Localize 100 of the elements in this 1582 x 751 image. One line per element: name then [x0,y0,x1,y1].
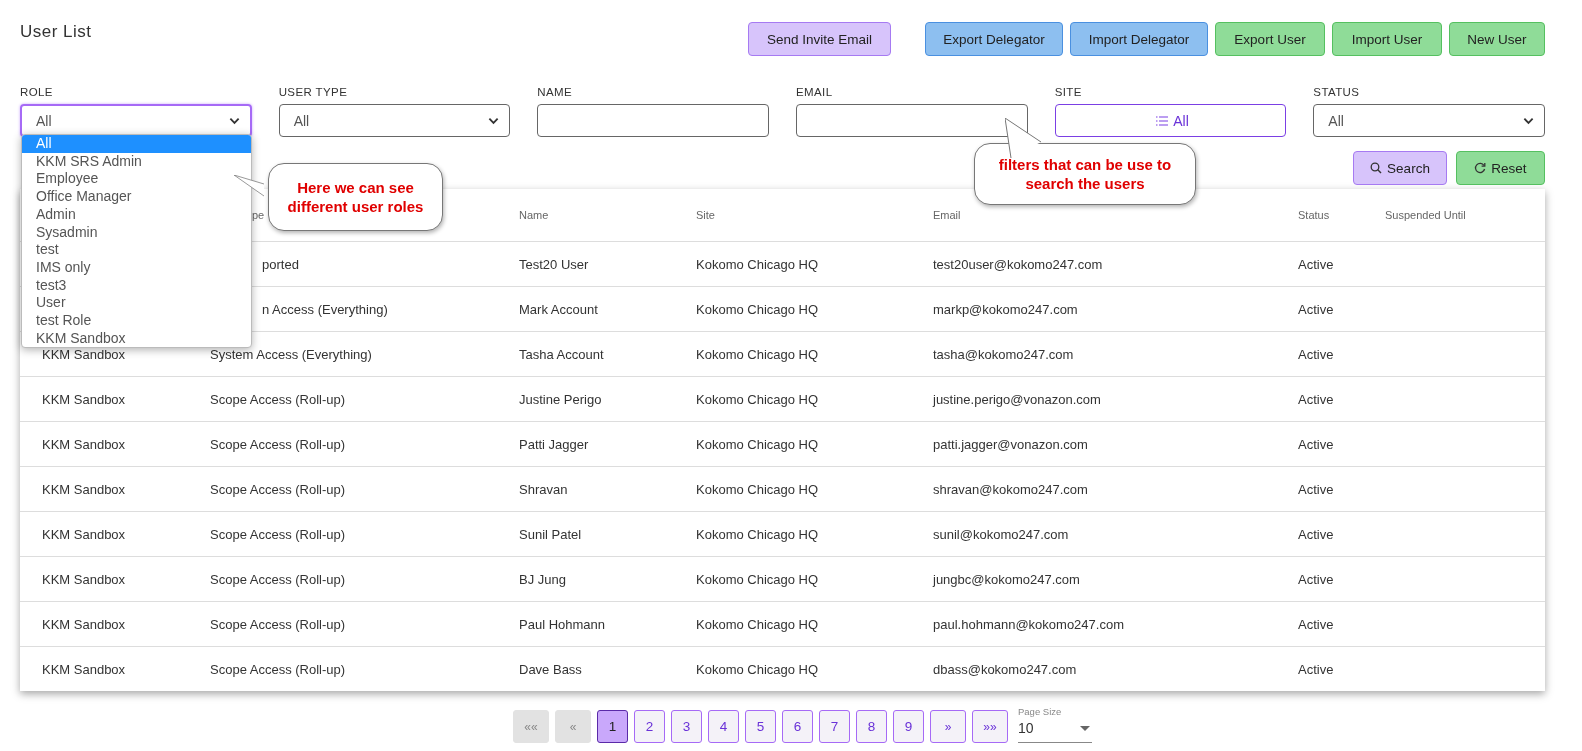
name-cell: Shravan [519,481,568,497]
toolbar-button[interactable]: Import User [1332,22,1442,56]
status-cell: Active [1298,571,1334,587]
name-cell: Sunil Patel [519,526,582,542]
column-header: pe [251,209,265,221]
filter-label: STATUS [1313,86,1361,98]
page-button[interactable]: 3 [671,710,702,743]
email-cell: jungbc@kokomo247.com [933,571,1080,587]
page-button[interactable]: 5 [745,710,776,743]
site-cell: Kokomo Chicago HQ [696,346,819,362]
user-type-cell-text: ported [261,256,299,272]
select-field[interactable]: All [278,104,511,137]
dropdown-option[interactable]: KKM Sandbox [22,329,251,348]
site-cell: Kokomo Chicago HQ [696,616,819,632]
dropdown-option[interactable]: Sysadmin [22,223,251,242]
page-button[interactable]: 9 [893,710,924,743]
user-type-cell: Scope Access (Roll-up) [210,526,346,542]
status-cell: Active [1298,301,1334,317]
status-cell: Active [1298,661,1334,677]
filter-label: USER TYPE [278,86,349,98]
role-cell: KKM Sandbox [42,436,126,452]
email-cell: shravan@kokomo247.com [933,481,1088,497]
name-cell: Dave Bass [519,661,582,677]
email-cell: patti.jagger@vonazon.com [933,436,1088,452]
role-cell: KKM Sandbox [42,346,126,362]
dropdown-option[interactable]: test [22,241,251,259]
dropdown-option[interactable]: KKM SRS Admin [22,152,251,171]
toolbar-button[interactable]: Export Delegator [925,22,1063,56]
site-cell: Kokomo Chicago HQ [696,481,819,497]
email-cell: sunil@kokomo247.com [933,526,1069,542]
site-cell: Kokomo Chicago HQ [696,391,819,407]
chevron-down-icon [228,116,240,125]
email-cell: markp@kokomo247.com [933,301,1078,317]
search-icon [1370,162,1383,174]
column-header: Email [933,209,961,221]
caret-down-icon [1080,726,1090,731]
filter-label: SITE [1054,86,1083,98]
dropdown-option[interactable]: IMS only [22,258,251,277]
dropdown-option[interactable]: Office Manager [22,188,251,206]
status-cell: Active [1298,616,1334,632]
site-cell: Kokomo Chicago HQ [696,571,819,587]
site-cell: Kokomo Chicago HQ [696,436,819,452]
column-header: Name [519,209,549,221]
role-cell: KKM Sandbox [42,616,126,632]
filter-label: EMAIL [796,86,834,98]
page-button[interactable]: 8 [856,710,887,743]
user-type-cell: Scope Access (Roll-up) [210,661,346,677]
email-cell: paul.hohmann@kokomo247.com [933,616,1124,632]
name-cell: Tasha Account [519,346,604,362]
user-type-cell-text: n Access (Everything) [261,301,388,317]
select-field[interactable]: All [1313,104,1545,137]
reset-button[interactable]: Reset [1456,151,1545,185]
toolbar-button[interactable]: Send Invite Email [748,22,891,56]
filter-label: NAME [537,86,574,98]
status-cell: Active [1298,391,1334,407]
dropdown-option[interactable]: Admin [22,205,251,224]
user-type-cell: System Access (Everything) [210,346,372,362]
input-field[interactable] [796,104,1028,137]
page-button[interactable]: 4 [708,710,739,743]
user-type-cell: Scope Access (Roll-up) [210,481,346,497]
chevron-down-icon [488,116,500,125]
input-field[interactable] [537,104,769,137]
page-button[interactable]: »» [972,710,1008,743]
user-type-cell: Scope Access (Roll-up) [210,436,346,452]
email-cell: tasha@kokomo247.com [933,346,1074,362]
name-cell: Patti Jagger [519,436,589,452]
toolbar-button[interactable]: Import Delegator [1070,22,1208,56]
page-size-select[interactable]: Page Size 10 [1018,706,1092,743]
search-button[interactable]: Search [1353,151,1447,185]
toolbar-button[interactable]: Export User [1215,22,1325,56]
email-cell: justine.perigo@vonazon.com [933,391,1101,407]
chevron-down-icon [1523,116,1534,125]
dropdown-option[interactable]: test3 [22,276,251,295]
page-button[interactable]: 2 [634,710,665,743]
status-cell: Active [1298,436,1334,452]
role-cell: KKM Sandbox [42,661,126,677]
page-button[interactable]: » [930,710,966,743]
page-button[interactable]: 6 [782,710,813,743]
role-cell: KKM Sandbox [42,526,126,542]
name-cell: Mark Account [519,301,598,317]
status-cell: Active [1298,256,1334,272]
user-type-cell: Scope Access (Roll-up) [210,571,346,587]
toolbar-button[interactable]: New User [1449,22,1545,56]
role-cell: KKM Sandbox [42,391,126,407]
status-cell: Active [1298,346,1334,362]
page-button[interactable]: 7 [819,710,850,743]
dropdown-option[interactable]: test Role [22,312,251,330]
name-cell: Test20 User [519,256,589,272]
callout: Here we can see different user roles [268,163,443,231]
status-cell: Active [1298,481,1334,497]
site-select-field[interactable]: All [1054,104,1287,137]
user-type-cell: Scope Access (Roll-up) [210,391,346,407]
site-cell: Kokomo Chicago HQ [696,526,819,542]
dropdown-option[interactable]: User [22,294,251,313]
name-cell: Paul Hohmann [519,616,605,632]
refresh-icon [1474,162,1487,174]
role-cell: KKM Sandbox [42,571,126,587]
page-button[interactable]: 1 [597,710,628,743]
name-cell: Justine Perigo [519,391,602,407]
status-cell: Active [1298,526,1334,542]
